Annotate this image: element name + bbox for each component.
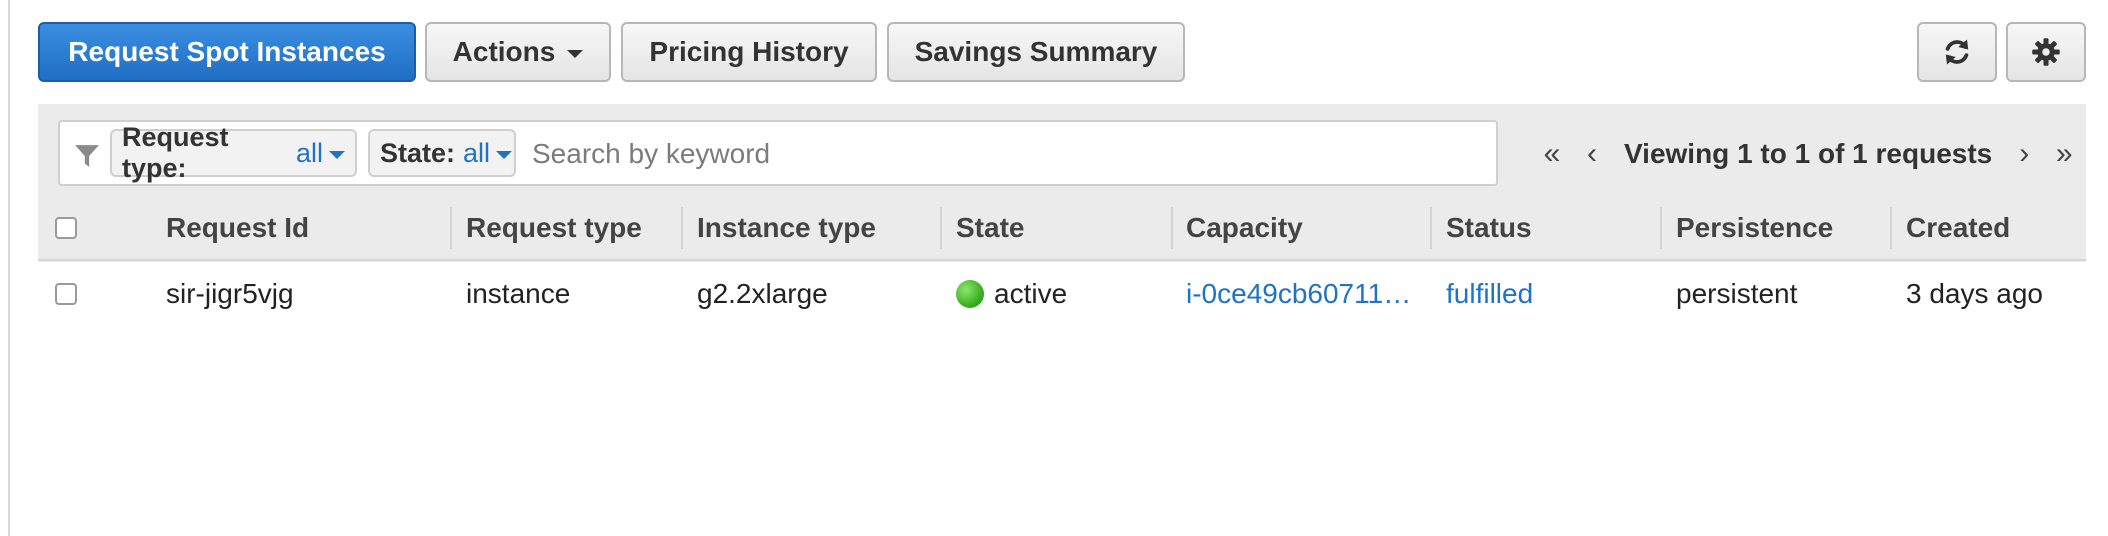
filter-bar: Request type: all State: all xyxy=(58,120,1498,186)
savings-summary-label: Savings Summary xyxy=(914,36,1158,67)
request-type-filter[interactable]: Request type: all xyxy=(110,122,357,183)
column-header-created[interactable]: Created xyxy=(1906,197,2010,259)
cell-capacity-link[interactable]: i-0ce49cb60711… xyxy=(1186,262,1426,326)
column-header-status[interactable]: Status xyxy=(1446,197,1532,259)
pagination: « ‹ Viewing 1 to 1 of 1 requests › » xyxy=(1532,134,2084,174)
toolbar: Request Spot Instances Actions Pricing H… xyxy=(38,22,2086,84)
column-divider[interactable] xyxy=(1660,207,1662,249)
column-header-capacity[interactable]: Capacity xyxy=(1186,197,1303,259)
column-divider[interactable] xyxy=(450,207,452,249)
cell-request-id: sir-jigr5vjg xyxy=(166,278,294,309)
previous-page-icon[interactable]: ‹ xyxy=(1572,137,1612,171)
column-header-request-id[interactable]: Request Id xyxy=(166,197,309,259)
refresh-button[interactable] xyxy=(1917,22,1997,82)
table-row[interactable]: sir-jigr5vjg instance g2.2xlarge active … xyxy=(38,262,2086,326)
column-header-instance-type[interactable]: Instance type xyxy=(697,197,876,259)
state-filter[interactable]: State: all xyxy=(368,129,516,177)
status-active-icon xyxy=(956,279,984,308)
column-header-request-type[interactable]: Request type xyxy=(466,197,642,259)
last-page-icon[interactable]: » xyxy=(2044,137,2084,171)
column-divider[interactable] xyxy=(1890,207,1892,249)
pagination-summary: Viewing 1 to 1 of 1 requests xyxy=(1624,138,1993,169)
first-page-icon[interactable]: « xyxy=(1532,137,1572,171)
request-type-filter-value: all xyxy=(295,137,323,168)
savings-summary-button[interactable]: Savings Summary xyxy=(887,22,1185,82)
chevron-down-icon xyxy=(496,151,513,159)
settings-button[interactable] xyxy=(2006,22,2086,82)
cell-state: active xyxy=(956,262,1166,326)
actions-button[interactable]: Actions xyxy=(425,22,611,82)
refresh-icon xyxy=(1945,39,1969,65)
cell-created: 3 days ago xyxy=(1906,278,2043,309)
column-divider[interactable] xyxy=(681,207,683,249)
cell-persistence: persistent xyxy=(1676,278,1798,309)
select-all-checkbox[interactable] xyxy=(55,217,77,239)
table-header: Request Id Request type Instance type St… xyxy=(38,197,2086,261)
cell-instance-type: g2.2xlarge xyxy=(697,278,828,309)
actions-label: Actions xyxy=(452,36,556,67)
filter-icon xyxy=(75,145,99,167)
caret-down-icon xyxy=(567,50,584,58)
state-filter-value: all xyxy=(463,137,491,168)
request-type-filter-label: Request type: xyxy=(122,122,229,183)
cell-status-link[interactable]: fulfilled xyxy=(1446,262,1656,326)
left-divider xyxy=(8,0,10,536)
request-spot-instances-label: Request Spot Instances xyxy=(68,36,386,67)
column-divider[interactable] xyxy=(1430,207,1432,249)
request-spot-instances-button[interactable]: Request Spot Instances xyxy=(38,22,416,82)
column-header-persistence[interactable]: Persistence xyxy=(1676,197,1833,259)
pricing-history-label: Pricing History xyxy=(649,36,849,67)
cell-request-type: instance xyxy=(466,278,571,309)
next-page-icon[interactable]: › xyxy=(2004,137,2044,171)
column-divider[interactable] xyxy=(1171,207,1173,249)
row-checkbox[interactable] xyxy=(55,283,77,305)
pricing-history-button[interactable]: Pricing History xyxy=(621,22,877,82)
chevron-down-icon xyxy=(329,151,345,159)
gear-icon xyxy=(2032,38,2060,66)
column-header-state[interactable]: State xyxy=(956,197,1024,259)
column-divider[interactable] xyxy=(940,207,942,249)
state-filter-label: State: xyxy=(380,137,456,168)
search-input[interactable] xyxy=(530,132,1484,176)
state-label: active xyxy=(994,278,1068,309)
